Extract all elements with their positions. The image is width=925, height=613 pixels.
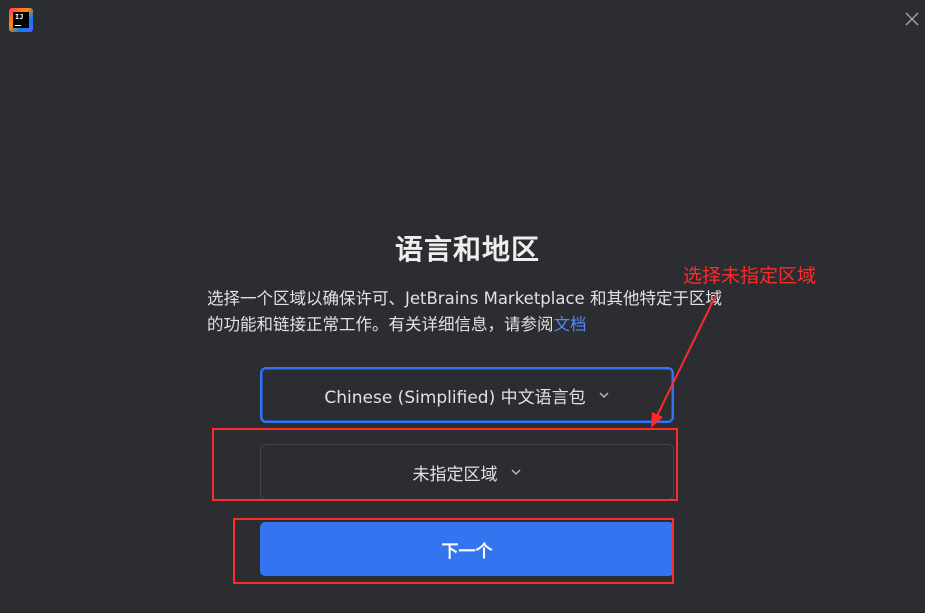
docs-link[interactable]: 文档 [554,315,587,334]
next-button[interactable]: 下一个 [260,522,674,576]
dialog-description: 选择一个区域以确保许可、JetBrains Marketplace 和其他特定于… [207,286,737,338]
language-dropdown[interactable]: Chinese (Simplified) 中文语言包 [260,367,674,423]
close-icon [905,12,919,26]
app-logo-icon: IJ [9,8,33,32]
chevron-down-icon [510,469,521,476]
language-dropdown-value: Chinese (Simplified) 中文语言包 [324,387,586,408]
app-logo-inner: IJ [13,12,29,28]
close-button[interactable] [901,8,923,30]
app-logo-underline [15,25,21,26]
region-dropdown-value: 未指定区域 [412,464,498,485]
app-logo-text: IJ [15,13,24,21]
annotation-text: 选择未指定区域 [683,265,817,287]
region-dropdown[interactable]: 未指定区域 [260,444,674,500]
chevron-down-icon [599,392,609,399]
description-text: 选择一个区域以确保许可、JetBrains Marketplace 和其他特定于… [207,289,722,334]
